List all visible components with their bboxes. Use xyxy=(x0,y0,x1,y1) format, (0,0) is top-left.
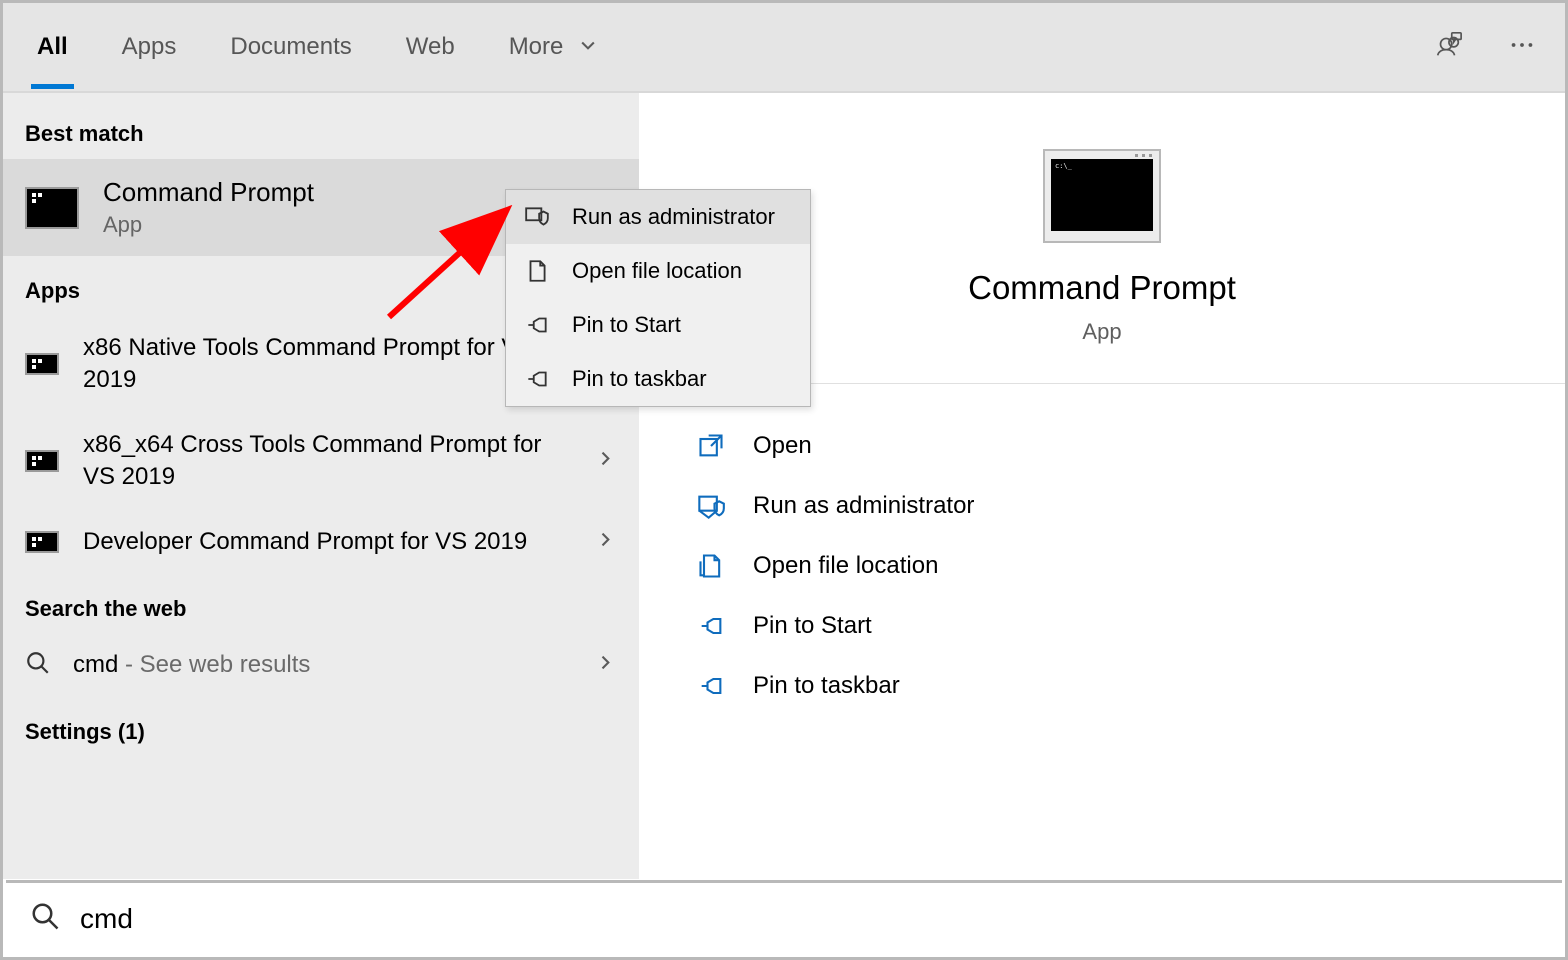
more-options-icon[interactable] xyxy=(1507,30,1537,65)
tab-apps[interactable]: Apps xyxy=(116,5,183,89)
best-match-title: Command Prompt xyxy=(103,177,314,208)
action-pin-start[interactable]: Pin to Start xyxy=(693,600,1511,652)
chevron-right-icon[interactable] xyxy=(595,449,615,474)
tab-web[interactable]: Web xyxy=(400,5,461,89)
web-query: cmd xyxy=(73,651,118,678)
filter-bar: All Apps Documents Web More xyxy=(3,3,1565,93)
web-hint: - See web results xyxy=(118,651,310,678)
command-prompt-icon xyxy=(25,450,59,472)
app-result[interactable]: Developer Command Prompt for VS 2019 xyxy=(3,510,639,574)
settings-header: Settings (1) xyxy=(3,697,639,757)
tab-more-label: More xyxy=(509,33,564,60)
action-run-admin[interactable]: Run as administrator xyxy=(693,480,1511,532)
command-prompt-icon xyxy=(25,187,79,229)
tab-all[interactable]: All xyxy=(31,5,74,89)
context-menu: Run as administrator Open file location … xyxy=(505,189,811,407)
action-open[interactable]: Open xyxy=(693,420,1511,472)
app-title: Command Prompt xyxy=(968,269,1236,307)
action-open-location[interactable]: Open file location xyxy=(693,540,1511,592)
chevron-right-icon[interactable] xyxy=(595,653,615,678)
tab-documents[interactable]: Documents xyxy=(224,5,357,89)
ctx-run-admin[interactable]: Run as administrator xyxy=(506,190,810,244)
web-result[interactable]: cmd - See web results xyxy=(3,634,639,697)
app-subtitle: App xyxy=(1082,319,1121,345)
best-match-subtitle: App xyxy=(103,212,314,238)
best-match-header: Best match xyxy=(3,93,639,159)
search-icon xyxy=(25,650,51,681)
chevron-right-icon[interactable] xyxy=(595,529,615,554)
ctx-pin-start[interactable]: Pin to Start xyxy=(506,298,810,352)
ctx-open-location[interactable]: Open file location xyxy=(506,244,810,298)
ctx-pin-taskbar[interactable]: Pin to taskbar xyxy=(506,352,810,406)
web-header: Search the web xyxy=(3,574,639,634)
search-bar xyxy=(6,880,1562,954)
action-pin-taskbar[interactable]: Pin to taskbar xyxy=(693,660,1511,712)
tab-more[interactable]: More xyxy=(503,5,604,89)
app-result[interactable]: x86_x64 Cross Tools Command Prompt for V… xyxy=(3,413,639,510)
feedback-icon[interactable] xyxy=(1433,30,1463,65)
search-icon xyxy=(30,901,60,936)
app-thumbnail xyxy=(1043,149,1161,243)
search-input[interactable] xyxy=(80,903,1538,935)
command-prompt-icon xyxy=(25,353,59,375)
chevron-down-icon xyxy=(578,34,598,62)
command-prompt-icon xyxy=(25,531,59,553)
